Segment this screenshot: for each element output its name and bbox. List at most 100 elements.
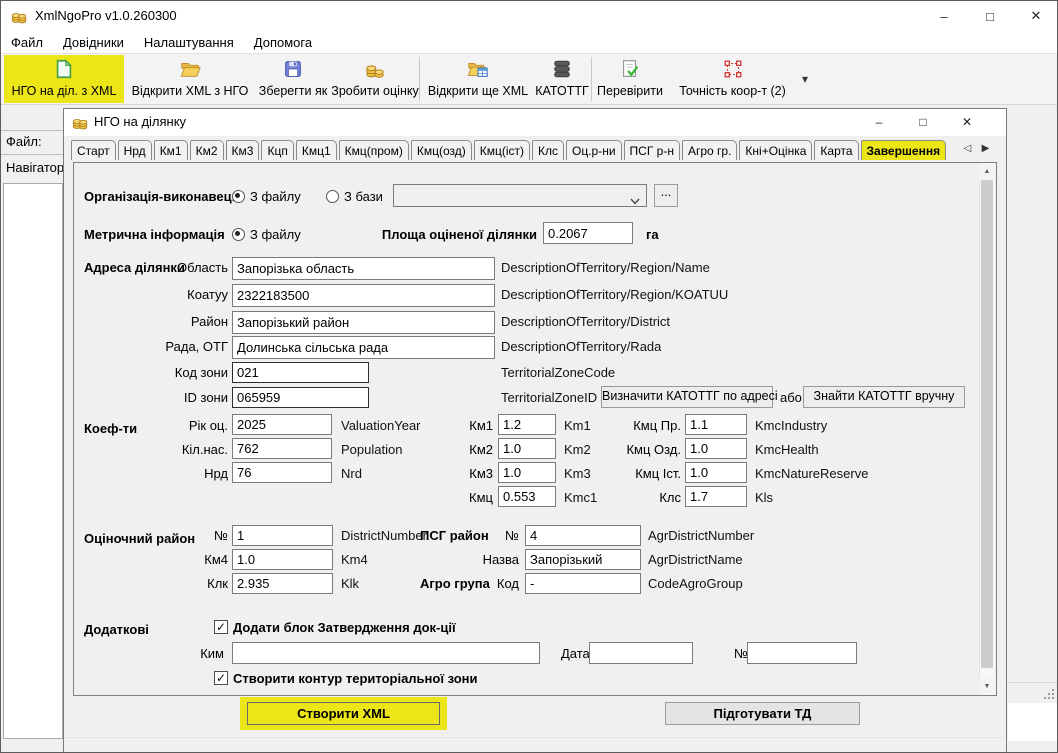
metric-from-file-radio[interactable] (232, 228, 245, 241)
navigator-panel (3, 183, 63, 739)
approve-checkbox[interactable]: ✓ (214, 620, 228, 634)
valuation-year-xpath: ValuationYear (341, 418, 421, 434)
prepare-td-button[interactable]: Підготувати ТД (665, 702, 860, 725)
main-maximize-button[interactable]: □ (967, 1, 1013, 31)
area-input[interactable] (543, 222, 633, 244)
contour-checkbox-label[interactable]: Створити контур територіальної зони (233, 671, 478, 687)
population-input[interactable] (232, 438, 332, 459)
by-whom-input[interactable] (232, 642, 540, 664)
zone-id-input[interactable] (232, 387, 369, 408)
rayon-input[interactable] (232, 311, 495, 334)
toolbar-coord-precision-button[interactable]: Точність коор-т (2) (669, 55, 796, 103)
psg-name-label: Назва (449, 552, 519, 568)
klk-xpath: Klk (341, 576, 359, 592)
tab-km2[interactable]: Км2 (190, 140, 224, 160)
org-combobox[interactable] (393, 184, 647, 207)
tab-km1[interactable]: Км1 (154, 140, 188, 160)
toolbar-open-more-xml-button[interactable]: Відкрити ще XML (423, 55, 533, 103)
dialog-maximize-button[interactable]: □ (901, 109, 945, 135)
toolbar-open-xml-button[interactable]: Відкрити XML з НГО (128, 55, 252, 103)
scrollbar-thumb[interactable] (981, 180, 993, 668)
dialog-coins-icon (72, 114, 88, 130)
tab-kcp[interactable]: Кцп (261, 140, 293, 160)
km2-input[interactable] (498, 438, 556, 459)
psg-number-input[interactable] (525, 525, 641, 546)
tab-kmc-ist[interactable]: Кмц(іст) (474, 140, 530, 160)
tab-scroll-left-icon[interactable]: ◁ (959, 138, 976, 158)
toolbar-button-label: Перевірити (597, 84, 663, 98)
nrd-input[interactable] (232, 462, 332, 483)
km3-input[interactable] (498, 462, 556, 483)
date-input[interactable] (589, 642, 693, 664)
agro-code-input[interactable] (525, 573, 641, 594)
koatuu-input[interactable] (232, 284, 495, 307)
zone-code-label: Код зони (128, 365, 228, 381)
org-from-base-radio[interactable] (326, 190, 339, 203)
org-more-button[interactable]: ... (654, 184, 678, 207)
km1-input[interactable] (498, 414, 556, 435)
tab-kmc-prom[interactable]: Кмц(пром) (339, 140, 409, 160)
tab-oc-r-ny[interactable]: Оц.р-ни (566, 140, 622, 160)
toolbar-overflow-caret-icon[interactable]: ▾ (802, 71, 808, 87)
zone-code-xpath: TerritorialZoneCode (501, 365, 615, 381)
main-close-button[interactable]: ✕ (1013, 1, 1058, 31)
toolbar-button-label: Зробити оцінку (331, 84, 418, 98)
toolbar-button-label: НГО на діл. з XML (12, 84, 117, 98)
oblast-label: Область (128, 260, 228, 276)
tab-zavershennya[interactable]: Завершення (861, 140, 947, 160)
menu-help[interactable]: Допомога (254, 35, 312, 50)
klk-input[interactable] (232, 573, 333, 594)
valuation-year-input[interactable] (232, 414, 332, 435)
psg-number-xpath: AgrDistrictNumber (648, 528, 754, 544)
district-number-input[interactable] (232, 525, 333, 546)
nrd-xpath: Nrd (341, 466, 362, 482)
toolbar-ngo-from-xml-button[interactable]: НГО на діл. з XML (4, 55, 124, 103)
tab-nrd[interactable]: Нрд (118, 140, 152, 160)
toolbar-save-as-button[interactable]: Зберегти як (253, 55, 333, 103)
kmc-xpath: Kmc1 (564, 490, 597, 506)
kmc-input[interactable] (498, 486, 556, 507)
tab-scroll-right-icon[interactable]: ▶ (977, 138, 994, 158)
toolbar-katottg-button[interactable]: КАТОТТГ (537, 55, 587, 103)
katottg-by-address-button[interactable]: Визначити КАТОТТГ по адресі (601, 386, 773, 408)
scroll-down-icon[interactable]: ▼ (979, 678, 995, 694)
tab-start[interactable]: Старт (71, 140, 116, 160)
tab-km3[interactable]: Км3 (226, 140, 260, 160)
oblast-input[interactable] (232, 257, 495, 280)
main-minimize-button[interactable]: – (921, 1, 967, 31)
kls-input[interactable] (685, 486, 747, 507)
katottg-manual-button[interactable]: Знайти КАТОТТГ вручну (803, 386, 965, 408)
km4-input[interactable] (232, 549, 333, 570)
tab-kmc-ozd[interactable]: Кмц(озд) (411, 140, 472, 160)
tab-agro-gr[interactable]: Агро гр. (682, 140, 737, 160)
menu-directories[interactable]: Довідники (63, 35, 124, 50)
km1-xpath: Km1 (564, 418, 591, 434)
menu-settings[interactable]: Налаштування (144, 35, 234, 50)
org-from-file-radio[interactable] (232, 190, 245, 203)
dialog-minimize-button[interactable]: – (857, 109, 901, 135)
menu-file[interactable]: Файл (11, 35, 43, 50)
kmc-health-label: Кмц Озд. (599, 442, 681, 458)
zone-code-input[interactable] (232, 362, 369, 383)
contour-checkbox[interactable]: ✓ (214, 671, 228, 685)
toolbar-make-valuation-button[interactable]: Зробити оцінку (335, 55, 415, 103)
psg-number-label: № (449, 528, 519, 544)
number-input[interactable] (747, 642, 857, 664)
approve-checkbox-label[interactable]: Додати блок Затвердження док-ції (233, 620, 456, 636)
tab-karta[interactable]: Карта (814, 140, 858, 160)
tab-kls[interactable]: Клс (532, 140, 564, 160)
kmc-industry-input[interactable] (685, 414, 747, 435)
scroll-up-icon[interactable]: ▲ (979, 163, 995, 179)
kmc-nature-input[interactable] (685, 462, 747, 483)
tab-kmc1[interactable]: Кмц1 (296, 140, 337, 160)
toolbar-verify-button[interactable]: Перевірити (595, 55, 665, 103)
create-xml-button[interactable]: Створити XML (247, 702, 440, 725)
psg-name-input[interactable] (525, 549, 641, 570)
tab-kni-ocinka[interactable]: Кні+Оцінка (739, 140, 812, 160)
dialog-close-button[interactable]: ✕ (945, 109, 989, 135)
toolbar-button-label: Зберегти як (259, 84, 327, 98)
rada-input[interactable] (232, 336, 495, 359)
tab-psg-r-n[interactable]: ПСГ р-н (624, 140, 680, 160)
km3-label: Км3 (433, 466, 493, 482)
kmc-health-input[interactable] (685, 438, 747, 459)
